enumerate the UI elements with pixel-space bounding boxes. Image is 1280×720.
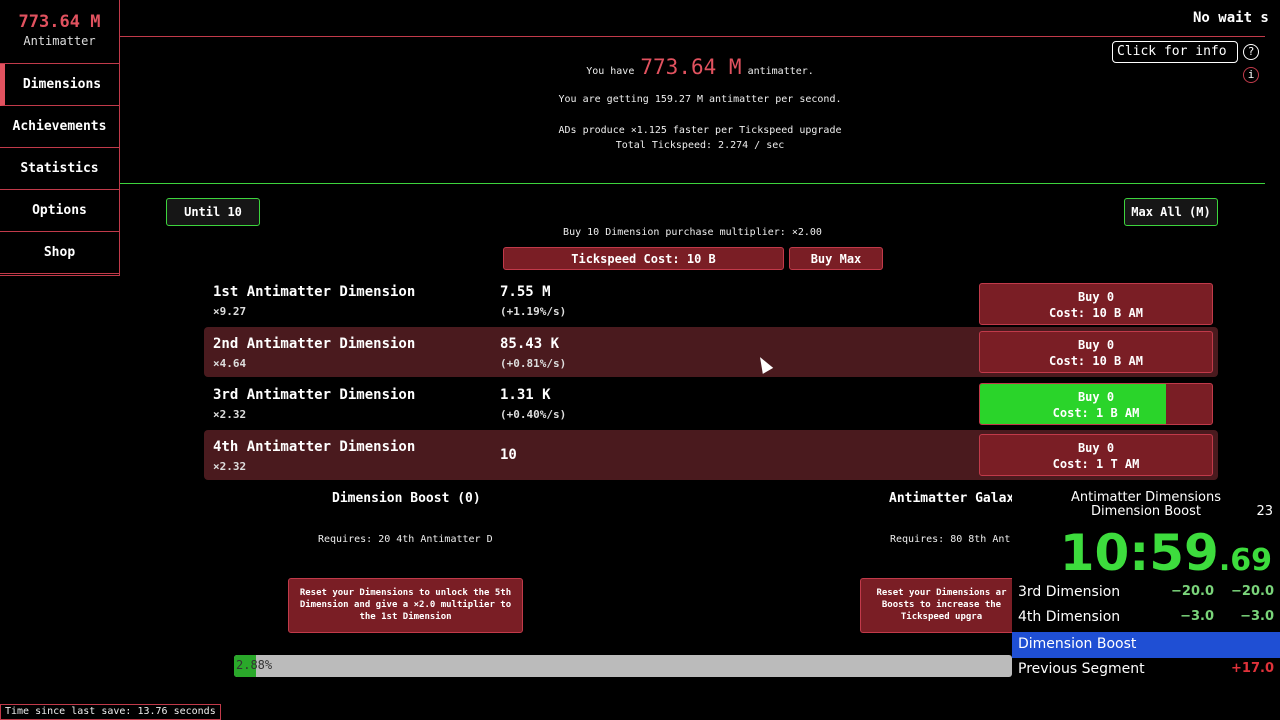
dimension-amount: 1.31 K (500, 387, 551, 403)
buy-count: Buy 0 (1077, 290, 1115, 304)
segment-name: Dimension Boost (1018, 636, 1137, 652)
dimension-buy-button[interactable]: Buy 0 Cost: 10 B AM (979, 331, 1213, 373)
sidebar-antimatter-label: Antimatter (23, 34, 96, 48)
dimension-row: 3rd Antimatter Dimension ×2.32 1.31 K (+… (204, 379, 1218, 429)
antimatter-summary: You have 773.64 M antimatter. (120, 55, 1280, 79)
timer-attempt-count: 23 (1256, 504, 1273, 519)
segment-name: 4th Dimension (1018, 609, 1121, 625)
sidebar-antimatter-amount: 773.64 M (18, 12, 101, 32)
dimension-rate: (+0.40%/s) (500, 408, 567, 421)
dimension-buy-button[interactable]: Buy 0 Cost: 10 B AM (979, 283, 1213, 325)
previous-segment-value: +17.0 (1231, 661, 1274, 676)
tickspeed-button[interactable]: Tickspeed Cost: 10 B (503, 247, 784, 270)
previous-segment-label: Previous Segment (1018, 661, 1145, 677)
segment-split: −3.0 (1240, 609, 1274, 624)
buy-cost: Cost: 1 B AM (1052, 406, 1140, 420)
timer-previous-segment: Previous Segment +17.0 (1012, 657, 1280, 683)
timer-time-fraction: .69 (1218, 543, 1272, 578)
progress-label: 2.88% (236, 658, 273, 672)
have-prefix: You have (586, 66, 635, 77)
dimension-amount: 85.43 K (500, 336, 560, 352)
dimension-multiplier: ×2.32 (213, 460, 247, 473)
buy-cost: Cost: 1 T AM (1052, 457, 1140, 471)
game-screen: 773.64 M Antimatter Dimensions Achieveme… (0, 0, 1280, 720)
antimatter-amount: 773.64 M (640, 55, 742, 79)
buy-cost: Cost: 10 B AM (1049, 306, 1143, 320)
timer-category: Dimension Boost (1091, 504, 1201, 519)
segment-name: 3rd Dimension (1018, 584, 1121, 600)
tickspeed-info: ADs produce ×1.125 faster per Tickspeed … (558, 125, 842, 136)
sidebar-resource: 773.64 M Antimatter (0, 0, 119, 64)
total-tickspeed: Total Tickspeed: 2.274 / sec (615, 140, 785, 151)
timer-game-title: Antimatter Dimensions (1070, 490, 1221, 505)
buy-max-button[interactable]: Buy Max (789, 247, 883, 270)
sidebar-item-shop[interactable]: Shop (0, 232, 119, 274)
max-all-button[interactable]: Max All (M) (1124, 198, 1218, 226)
dimension-name: 1st Antimatter Dimension (213, 284, 416, 300)
purchase-multiplier: Buy 10 Dimension purchase multiplier: ×2… (563, 227, 822, 238)
timer-time-main: 10:59 (1059, 524, 1219, 582)
dimension-amount: 7.55 M (500, 284, 551, 300)
dimension-buy-button[interactable]: Buy 0 Cost: 1 T AM (979, 434, 1213, 476)
antimatter-galaxy-requirement: Requires: 80 8th Ant (890, 534, 1011, 545)
section-divider (120, 183, 1265, 184)
timer-segment: 3rd Dimension −20.0 −20.0 (1012, 580, 1280, 606)
sidebar-item-dimensions[interactable]: Dimensions (0, 64, 119, 106)
buy-count: Buy 0 (1077, 338, 1115, 352)
sidebar-item-statistics[interactable]: Statistics (0, 148, 119, 190)
timer-segment-current: Dimension Boost (1012, 632, 1280, 658)
timer-time: 10:59.69 (1060, 524, 1272, 582)
sidebar: 773.64 M Antimatter Dimensions Achieveme… (0, 0, 120, 276)
antimatter-galaxy-title: Antimatter Galax (889, 491, 1012, 506)
dimension-multiplier: ×2.32 (213, 408, 247, 421)
sidebar-item-options[interactable]: Options (0, 190, 119, 232)
header-divider (120, 36, 1265, 37)
speedrun-timer: Antimatter Dimensions Dimension Boost 23… (1012, 488, 1280, 720)
until-10-button[interactable]: Until 10 (166, 198, 260, 226)
dimension-multiplier: ×4.64 (213, 357, 247, 370)
have-suffix: antimatter. (747, 66, 814, 77)
dimension-rate: (+0.81%/s) (500, 357, 567, 370)
dimension-buy-button[interactable]: Buy 0 Cost: 1 B AM (979, 383, 1213, 425)
buy-count: Buy 0 (1077, 441, 1115, 455)
dimension-boost-requirement: Requires: 20 4th Antimatter D (318, 534, 493, 545)
dimension-boost-title: Dimension Boost (0) (332, 491, 481, 506)
dimension-name: 3rd Antimatter Dimension (213, 387, 416, 403)
dimension-amount: 10 (500, 447, 517, 463)
segment-split: −20.0 (1231, 584, 1274, 599)
segment-delta: −3.0 (1180, 609, 1214, 624)
dimension-boost-button[interactable]: Reset your Dimensions to unlock the 5th … (288, 578, 523, 633)
antimatter-per-second: You are getting 159.27 M antimatter per … (558, 94, 842, 105)
antimatter-galaxy-button[interactable]: Reset your Dimensions ar Boosts to incre… (860, 578, 1012, 633)
dimension-name: 4th Antimatter Dimension (213, 439, 416, 455)
dimension-row: 2nd Antimatter Dimension ×4.64 85.43 K (… (204, 327, 1218, 377)
segment-delta: −20.0 (1171, 584, 1214, 599)
buy-count: Buy 0 (1077, 390, 1115, 404)
last-save-indicator: Time since last save: 13.76 seconds (0, 704, 221, 720)
sidebar-item-achievements[interactable]: Achievements (0, 106, 119, 148)
buy-cost: Cost: 10 B AM (1049, 354, 1143, 368)
dimension-rate: (+1.19%/s) (500, 305, 567, 318)
news-ticker: No wait s (1193, 10, 1269, 26)
dimension-row: 4th Antimatter Dimension ×2.32 10 Buy 0 … (204, 430, 1218, 480)
dimension-multiplier: ×9.27 (213, 305, 247, 318)
progress-bar: 2.88% (234, 655, 1012, 677)
dimension-row: 1st Antimatter Dimension ×9.27 7.55 M (+… (204, 279, 1218, 329)
dimension-name: 2nd Antimatter Dimension (213, 336, 416, 352)
timer-segment: 4th Dimension −3.0 −3.0 (1012, 605, 1280, 631)
